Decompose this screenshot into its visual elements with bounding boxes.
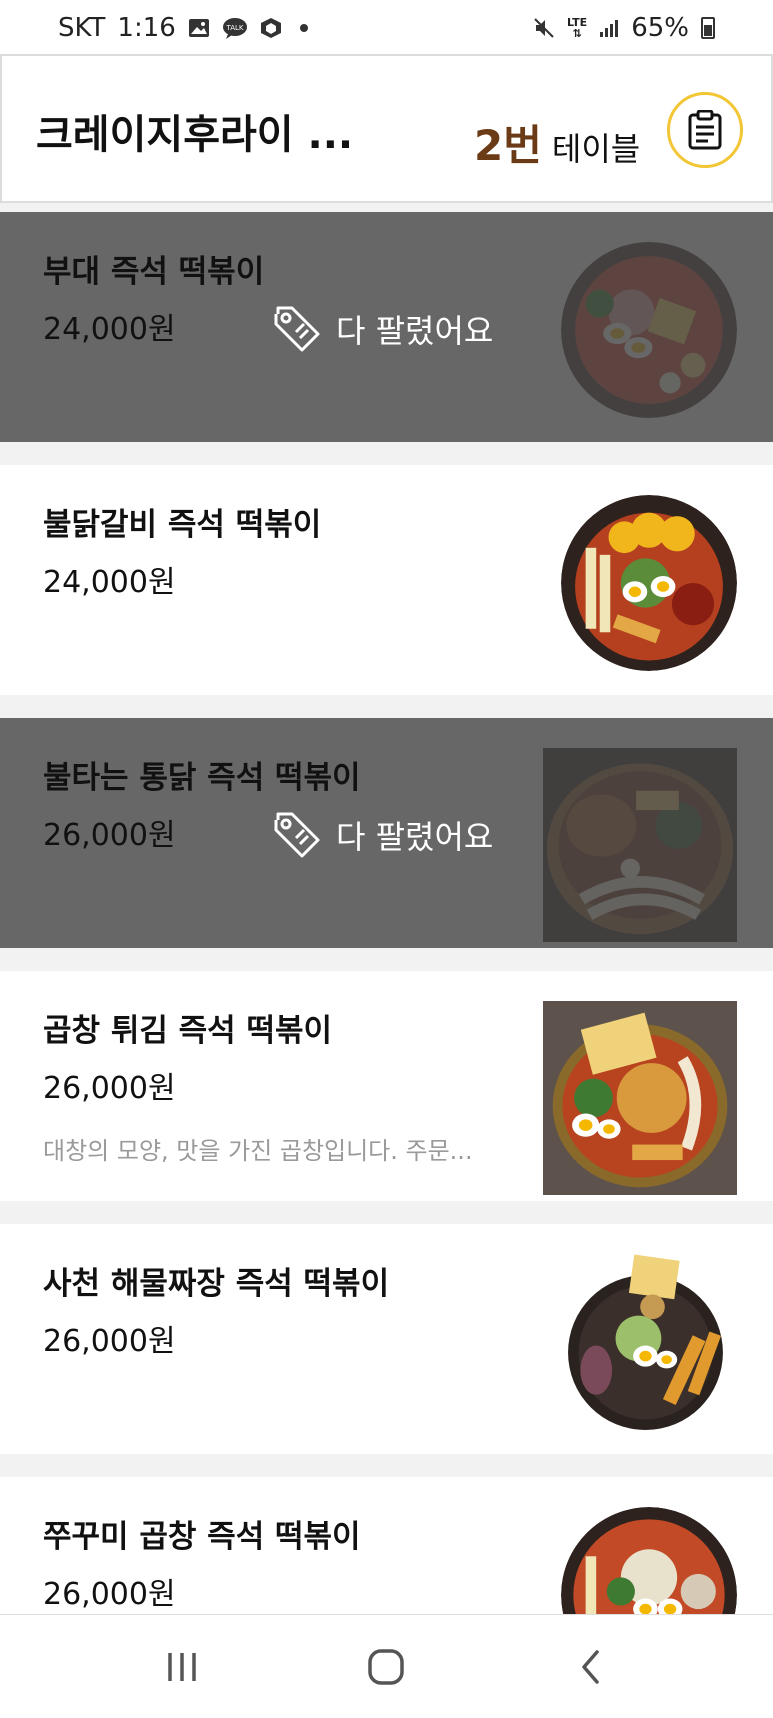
table-label: 2번 테이블 (474, 112, 640, 173)
recent-apps-button[interactable] (142, 1637, 222, 1697)
svg-text:TALK: TALK (225, 24, 243, 32)
menu-list: 부대 즉석 떡볶이 24,000원 다 팔렸어요 불닭갈비 즉석 떡볶이 24,… (0, 212, 773, 1718)
menu-item-price: 26,000원 (43, 1577, 176, 1612)
sold-out-text: 다 팔렸어요 (336, 312, 494, 350)
app-header: 크레이지후라이 ... 2번 테이블 (0, 54, 773, 203)
talk-icon: TALK (222, 17, 248, 39)
mute-icon (533, 17, 555, 39)
table-number: 2번 (474, 121, 542, 170)
menu-item-price: 24,000원 (43, 312, 176, 347)
clipboard-icon (688, 110, 722, 150)
sold-out-label: 다 팔렸어요 (272, 810, 493, 860)
menu-item-price: 26,000원 (43, 1071, 176, 1106)
back-chevron-icon (582, 1649, 599, 1684)
menu-item-price: 26,000원 (43, 818, 176, 853)
food-image (561, 495, 737, 671)
menu-item-budae[interactable]: 부대 즉석 떡볶이 24,000원 다 팔렸어요 (0, 212, 773, 442)
menu-item-sacheon-jjajang[interactable]: 사천 해물짜장 즉석 떡볶이 26,000원 (0, 1224, 773, 1454)
recent-apps-icon (168, 1652, 196, 1681)
food-image (543, 1001, 737, 1195)
menu-item-tongdak[interactable]: 불타는 통닭 즉석 떡볶이 26,000원 다 팔렸어요 (0, 718, 773, 948)
sold-out-label: 다 팔렸어요 (272, 304, 493, 354)
back-button[interactable] (551, 1637, 631, 1697)
menu-item-price: 26,000원 (43, 1324, 176, 1359)
home-button[interactable] (346, 1637, 426, 1697)
food-image (568, 1254, 723, 1430)
status-left: SKT 1:16 TALK (58, 13, 308, 43)
status-bar: SKT 1:16 TALK LTE ⇅ 65% (0, 0, 773, 56)
menu-item-name: 부대 즉석 떡볶이 (43, 254, 265, 290)
store-name: 크레이지후라이 ... (36, 112, 354, 158)
menu-item-buldak-galbi[interactable]: 불닭갈비 즉석 떡볶이 24,000원 (0, 465, 773, 695)
notification-dot-icon (299, 24, 308, 32)
menu-item-name: 불타는 통닭 즉석 떡볶이 (43, 760, 361, 796)
menu-item-description: 대창의 모양, 맛을 가진 곱창입니다. 주문... (43, 1137, 473, 1165)
menu-item-name: 불닭갈비 즉석 떡볶이 (43, 507, 322, 543)
table-word: 테이블 (551, 130, 641, 168)
battery-percent: 65% (631, 13, 689, 43)
menu-item-price: 24,000원 (43, 565, 176, 600)
signal-icon (599, 18, 619, 38)
gallery-icon (188, 18, 210, 38)
menu-item-name: 사천 해물짜장 즉석 떡볶이 (43, 1266, 390, 1302)
lte-arrows-icon: ⇅ (572, 27, 582, 40)
sold-out-text: 다 팔렸어요 (336, 818, 494, 856)
status-right: LTE ⇅ 65% (533, 13, 715, 43)
battery-icon (701, 17, 715, 39)
box-icon (260, 17, 282, 39)
tag-icon (274, 812, 320, 858)
carrier-label: SKT (58, 13, 106, 43)
menu-item-name: 쭈꾸미 곱창 즉석 떡볶이 (43, 1519, 361, 1555)
system-nav-bar (0, 1614, 773, 1718)
home-icon (368, 1648, 405, 1685)
menu-item-gopchang-twigim[interactable]: 곱창 튀김 즉석 떡볶이 26,000원 대창의 모양, 맛을 가진 곱창입니다… (0, 971, 773, 1201)
menu-item-name: 곱창 튀김 즉석 떡볶이 (43, 1013, 333, 1049)
clock: 1:16 (117, 13, 176, 43)
tag-icon (274, 306, 320, 352)
order-history-button[interactable] (667, 92, 743, 168)
lte-icon: LTE ⇅ (567, 17, 587, 39)
